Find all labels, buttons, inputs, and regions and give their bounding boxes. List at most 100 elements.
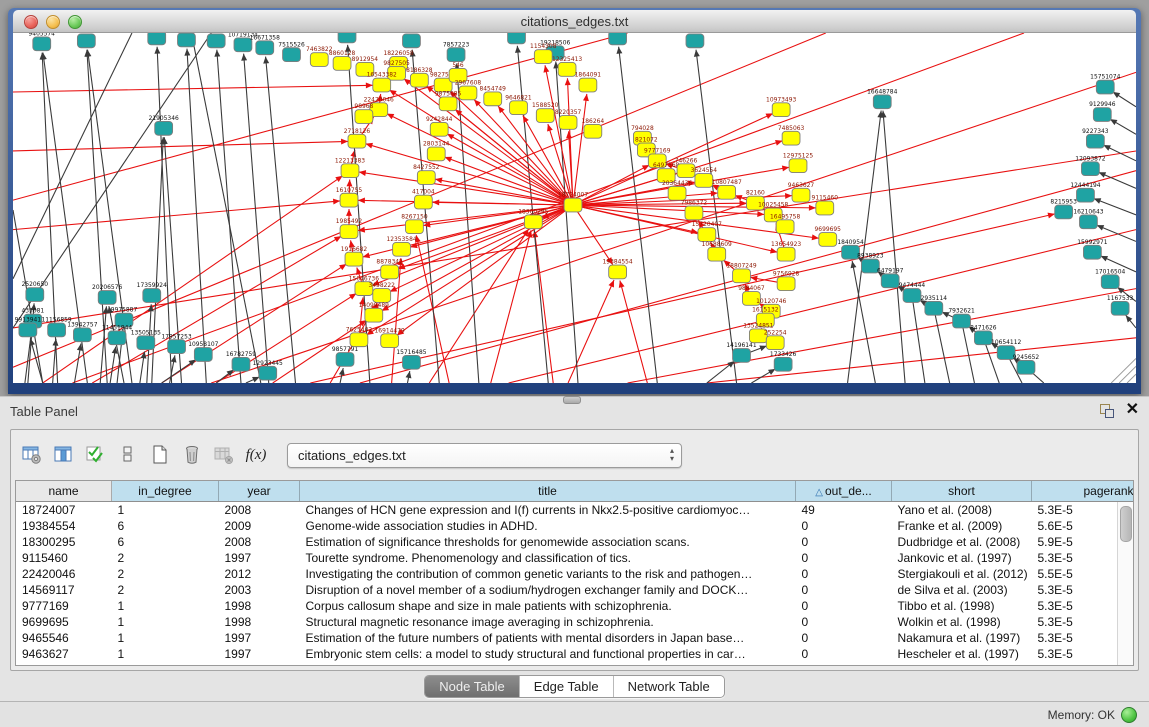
tab-network-table[interactable]: Network Table — [613, 676, 724, 697]
table-row[interactable]: 2242004622012Investigating the contribut… — [16, 566, 1134, 582]
graph-node[interactable]: 81304 — [402, 33, 421, 48]
graph-node[interactable]: 19384554 — [603, 260, 633, 279]
graph-node[interactable]: 17016504 — [1095, 269, 1125, 288]
new-table-button[interactable] — [145, 439, 175, 471]
table-row[interactable]: 1872400712008Changes of HCN gene express… — [16, 502, 1134, 519]
scrollbar-thumb[interactable] — [1120, 506, 1132, 542]
graph-node[interactable]: 1656310 — [604, 33, 631, 45]
vertical-scrollbar[interactable] — [1117, 502, 1133, 665]
table-row[interactable]: 977716911998Corpus callosum shape and si… — [16, 598, 1134, 614]
graph-node[interactable]: 8220357 — [555, 110, 582, 129]
graph-node[interactable]: 10688609 — [702, 242, 732, 261]
graph-node[interactable]: 17359924 — [137, 283, 167, 302]
window-titlebar[interactable]: citations_edges.txt — [13, 10, 1136, 33]
graph-node[interactable]: 546 — [449, 63, 467, 82]
network-graph[interactable]: 9405574276914061065328715276026466160107… — [13, 33, 1136, 383]
column-header-title[interactable]: title — [300, 481, 796, 502]
canvas-resize-grip-icon[interactable] — [1119, 366, 1136, 383]
column-header-short[interactable]: short — [892, 481, 1032, 502]
graph-node[interactable]: 55723 — [338, 33, 357, 43]
graph-node[interactable]: 13942757 — [67, 322, 97, 341]
graph-node[interactable]: 1527602 — [173, 33, 200, 47]
graph-node[interactable]: 9115460 — [812, 196, 839, 215]
graph-node[interactable]: 7515526 — [278, 42, 305, 61]
graph-node[interactable]: 9646821 — [505, 95, 532, 114]
graph-node[interactable]: 186264 — [582, 119, 605, 138]
graph-node[interactable]: 8154318 — [682, 33, 709, 48]
graph-node[interactable]: 13505135 — [131, 330, 161, 349]
graph-node[interactable]: 8186328 — [406, 68, 433, 87]
column-header-year[interactable]: year — [219, 481, 300, 502]
network-canvas[interactable]: 9405574276914061065328715276026466160107… — [13, 33, 1136, 383]
graph-node[interactable]: 7857223 — [443, 42, 470, 61]
close-panel-icon[interactable]: ✕ — [1126, 402, 1139, 418]
graph-node[interactable]: 9129946 — [1089, 102, 1116, 121]
row-height-button[interactable] — [113, 439, 143, 471]
table-row[interactable]: 1830029562008Estimation of significance … — [16, 534, 1134, 550]
graph-node[interactable]: 10958107 — [188, 342, 218, 361]
graph-node[interactable]: 2718126 — [344, 129, 371, 148]
graph-node[interactable]: 7986372 — [681, 201, 708, 220]
graph-node[interactable]: 7485063 — [778, 126, 805, 145]
graph-node[interactable]: 9463627 — [788, 183, 815, 202]
graph-node[interactable]: 2520650 — [22, 282, 49, 301]
graph-node[interactable]: 12213383 — [335, 158, 365, 177]
graph-node[interactable]: 252254 — [764, 330, 787, 349]
canvas-resize-grip-icon[interactable] — [1127, 374, 1136, 383]
graph-node[interactable]: 16495758 — [770, 214, 800, 233]
graph-node[interactable]: 9857791 — [332, 347, 359, 366]
graph-node[interactable]: 16671358 — [250, 35, 280, 54]
graph-node[interactable]: 9245652 — [1013, 355, 1040, 374]
graph-node[interactable]: 21905346 — [149, 116, 179, 135]
select-all-rows-button[interactable] — [81, 439, 111, 471]
graph-node[interactable]: 15751074 — [1090, 75, 1120, 94]
table-row[interactable]: 1938455462009Genome-wide association stu… — [16, 518, 1134, 534]
canvas-resize-grip-icon[interactable] — [1111, 358, 1136, 383]
graph-node[interactable]: 8267150 — [401, 214, 428, 233]
graph-node[interactable]: 417004 — [412, 190, 435, 209]
function-builder-button[interactable]: f(x) — [241, 439, 271, 471]
tab-node-table[interactable]: Node Table — [425, 676, 519, 697]
column-header-in_degree[interactable]: in_degree — [112, 481, 219, 502]
graph-node[interactable]: 8427552 — [413, 165, 440, 184]
graph-node[interactable]: 16648784 — [867, 89, 897, 108]
table-settings-button[interactable] — [17, 439, 47, 471]
graph-node[interactable]: 12975125 — [783, 153, 813, 172]
column-header-out_de[interactable]: △out_de... — [796, 481, 892, 502]
table-row[interactable]: 946362711997Embryonic stem cells: a mode… — [16, 646, 1134, 662]
graph-node[interactable]: 8454749 — [480, 87, 507, 106]
graph-node[interactable]: 9756928 — [773, 271, 800, 290]
graph-node[interactable]: 9405574 — [29, 33, 56, 51]
graph-node[interactable]: 1167533 — [1107, 296, 1134, 315]
graph-node[interactable]: 6466160 — [203, 33, 230, 48]
graph-node[interactable]: 1864091 — [575, 73, 602, 92]
table-row[interactable]: 911546021997Tourette syndrome. Phenomeno… — [16, 550, 1134, 566]
graph-node[interactable]: 1733426 — [770, 352, 797, 371]
delete-rows-button[interactable] — [177, 439, 207, 471]
graph-node[interactable]: 1985492 — [336, 219, 363, 238]
graph-node[interactable]: 16914479 — [375, 328, 405, 347]
graph-node[interactable]: 10653287 — [142, 33, 172, 45]
graph-node[interactable]: 27691406 — [71, 33, 101, 48]
graph-node[interactable]: 6497568 — [653, 163, 680, 182]
table-row[interactable]: 969969511998Structural magnetic resonanc… — [16, 614, 1134, 630]
table-row[interactable]: 946554611997Estimation of the future num… — [16, 630, 1134, 646]
tab-edge-table[interactable]: Edge Table — [519, 676, 613, 697]
float-panel-icon[interactable] — [1099, 403, 1114, 418]
graph-node[interactable]: 11451944 — [102, 325, 132, 344]
edge-arrowhead — [184, 49, 190, 56]
table-selector-dropdown[interactable]: citations_edges.txt ▴▾ — [287, 443, 682, 468]
graph-node[interactable]: 3498222 — [369, 283, 396, 302]
graph-node[interactable]: 16543382 — [367, 73, 397, 92]
graph-node[interactable]: 14099489 — [359, 303, 389, 322]
column-visibility-button[interactable] — [49, 439, 79, 471]
graph-node[interactable]: 1865316 — [503, 33, 530, 44]
table-row[interactable]: 1456911722003Disruption of a novel membe… — [16, 582, 1134, 598]
graph-node[interactable]: 98968 — [354, 104, 373, 123]
graph-node[interactable]: 18807249 — [726, 263, 756, 282]
graph-node[interactable]: 20206576 — [92, 285, 122, 304]
graph-node[interactable]: 7625402 — [346, 327, 373, 346]
column-header-pagerank[interactable]: pagerank — [1032, 481, 1135, 502]
column-header-name[interactable]: name — [16, 481, 112, 502]
graph-node[interactable]: 9875685 — [435, 91, 462, 110]
